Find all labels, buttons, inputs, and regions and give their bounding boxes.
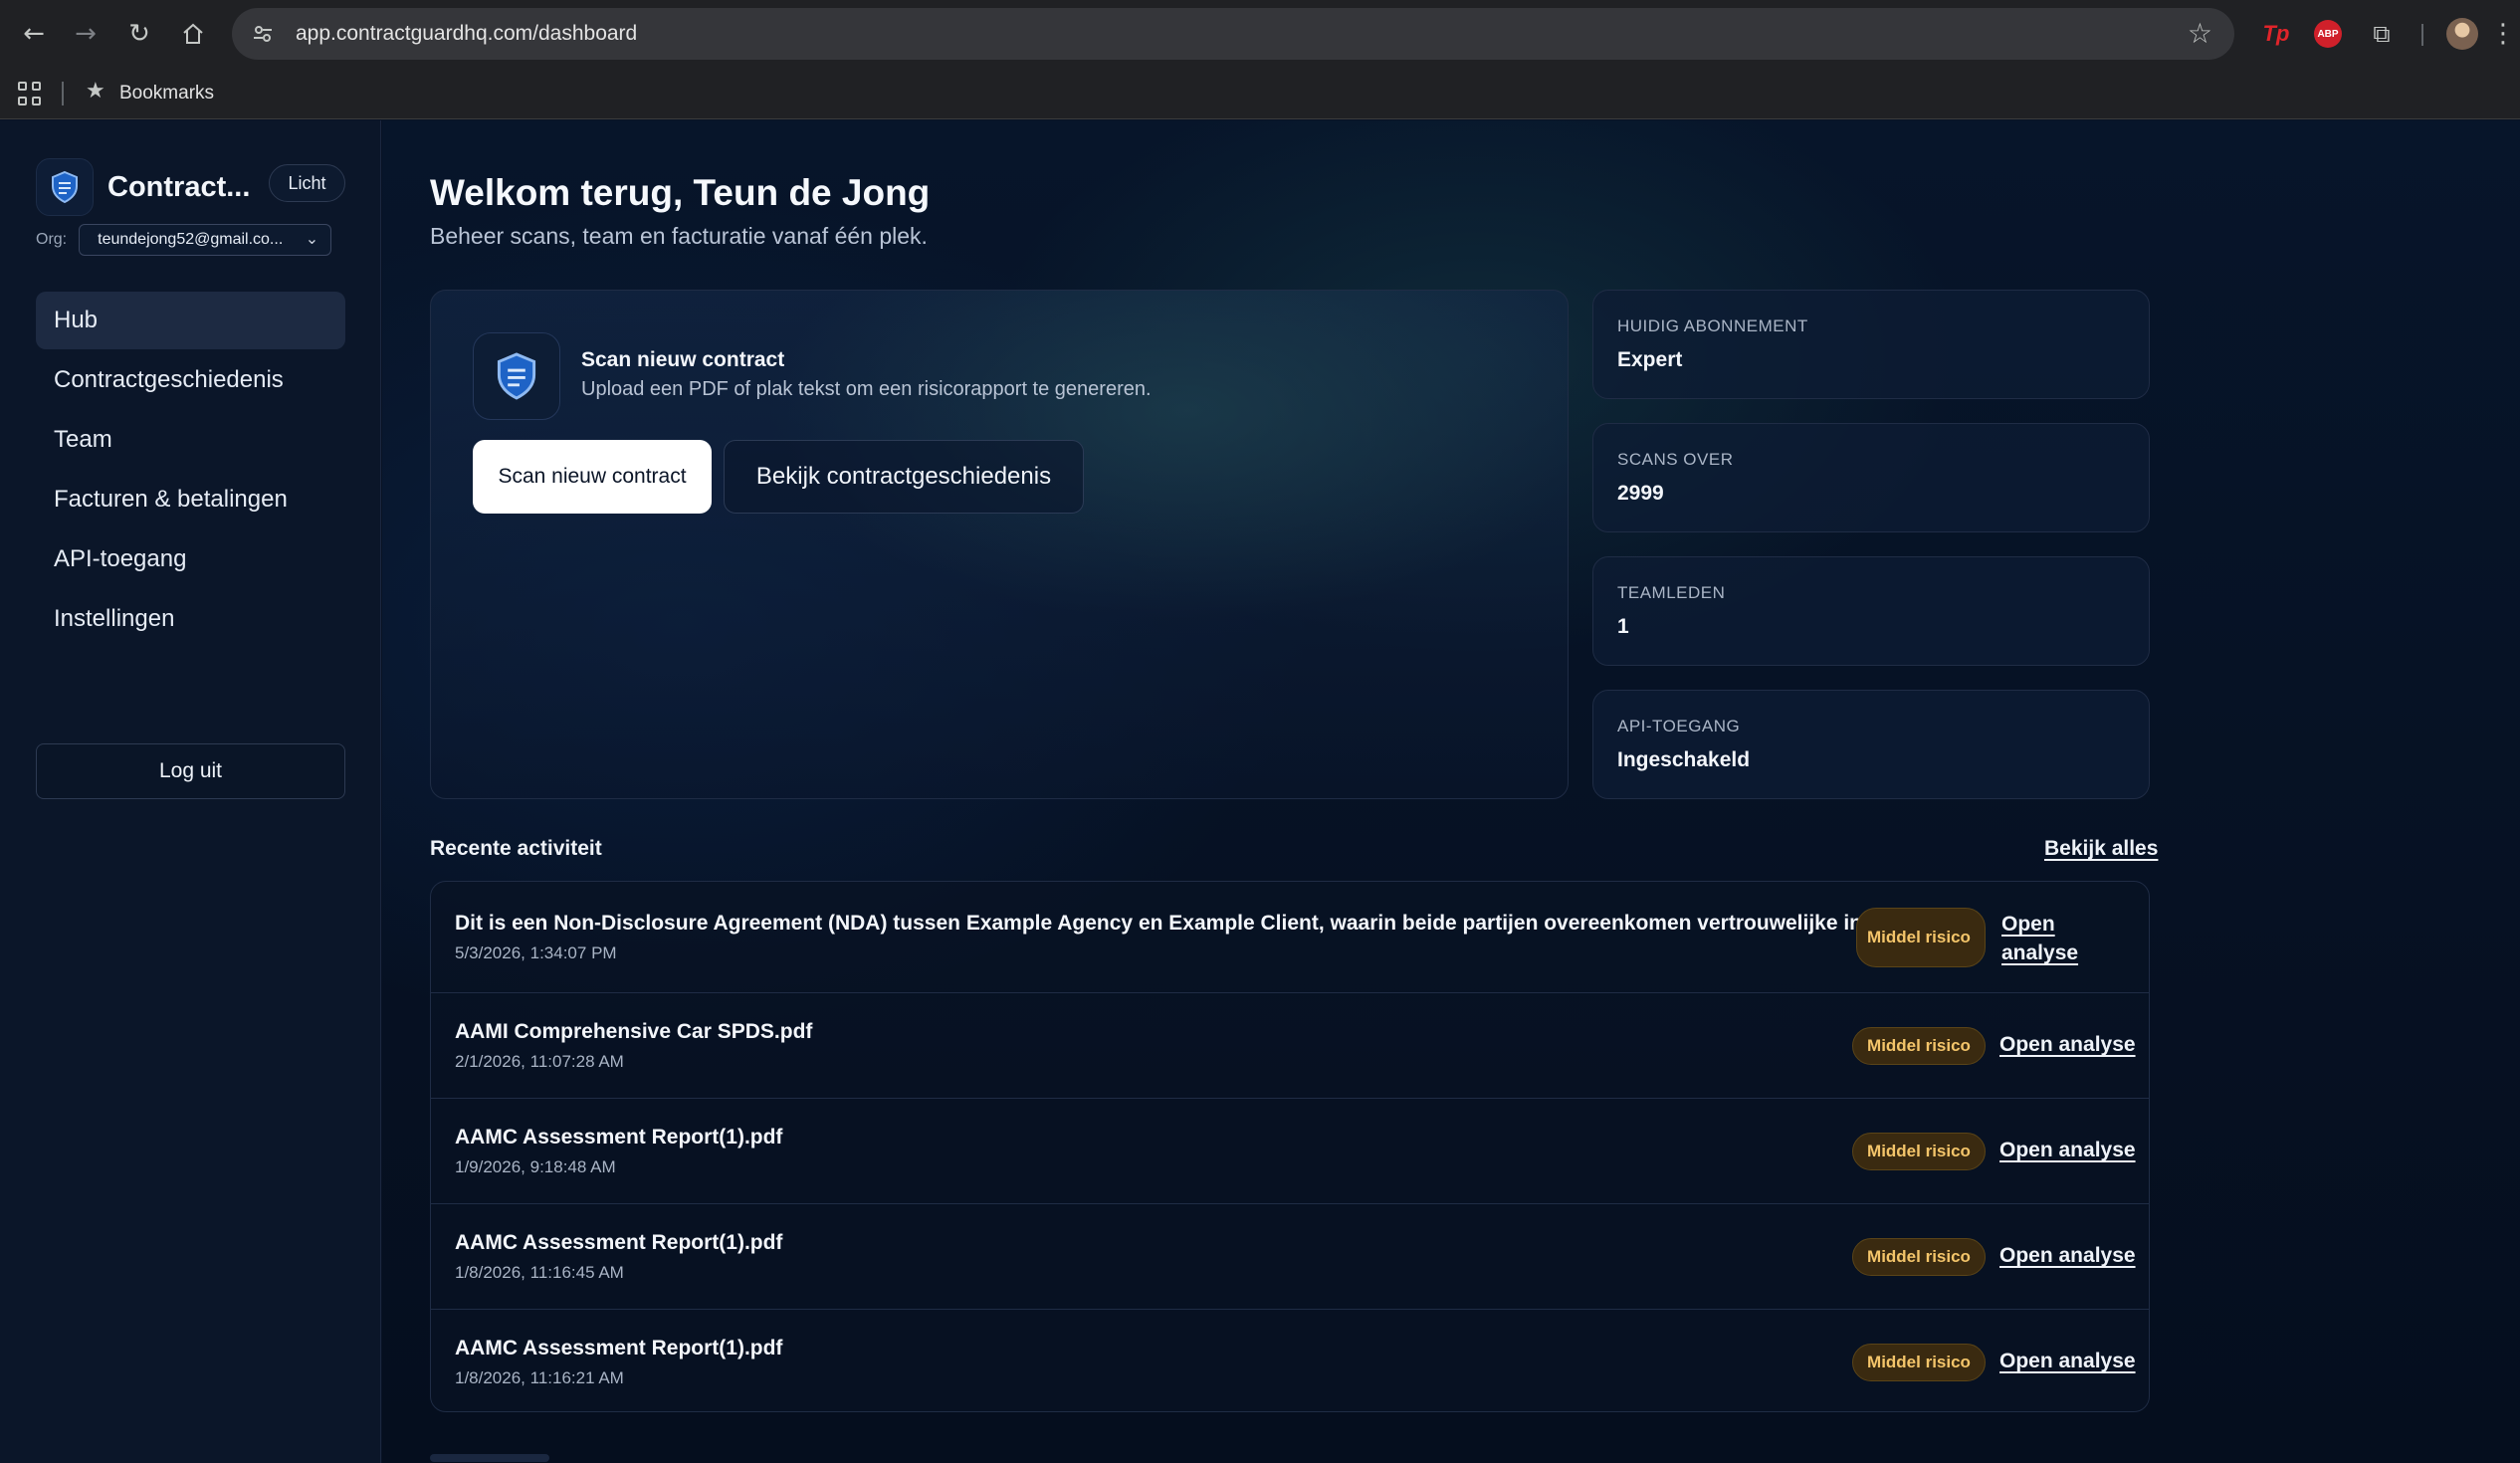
bookmarks-star-icon: ★ — [86, 79, 105, 104]
sidebar-item-contractgeschiedenis[interactable]: Contractgeschiedenis — [36, 351, 345, 409]
browser-menu-icon[interactable]: ⋮ — [2488, 17, 2518, 51]
adblock-extension-icon[interactable]: ABP — [2311, 17, 2345, 51]
stat-label: SCANS OVER — [1617, 450, 1734, 469]
toolbar-divider — [2421, 24, 2423, 46]
activity-date: 1/8/2026, 11:16:45 AM — [455, 1263, 624, 1282]
open-analysis-link[interactable]: Open analyse — [1999, 1033, 2136, 1057]
risk-badge: Middel risico — [1852, 1238, 1986, 1276]
stat-value: 2999 — [1617, 482, 1664, 505]
open-analysis-link[interactable]: Open analyse — [1999, 1244, 2136, 1268]
scan-card-title: Scan nieuw contract — [581, 348, 785, 371]
scan-card: Scan nieuw contract Upload een PDF of pl… — [430, 290, 1569, 799]
sidebar-item-api-toegang[interactable]: API-toegang — [36, 530, 345, 588]
address-bar[interactable]: app.contractguardhq.com/dashboard ☆ — [232, 8, 2234, 60]
bookmark-star-icon[interactable]: ☆ — [2188, 17, 2212, 50]
scan-card-description: Upload een PDF of plak tekst om een risi… — [581, 378, 1152, 400]
sidebar-item-instellingen[interactable]: Instellingen — [36, 590, 345, 648]
risk-badge: Middel risico — [1852, 1133, 1986, 1170]
sidebar-item-facturen[interactable]: Facturen & betalingen — [36, 471, 345, 528]
forward-icon[interactable]: → — [66, 14, 105, 54]
sidebar-item-team[interactable]: Team — [36, 411, 345, 469]
org-label: Org: — [36, 231, 68, 248]
sidebar-item-label: Contractgeschiedenis — [54, 366, 284, 393]
stat-label: HUIDIG ABONNEMENT — [1617, 316, 1808, 335]
stat-label: API-TOEGANG — [1617, 717, 1741, 735]
chevron-down-icon: ⌄ — [305, 229, 319, 248]
risk-badge: Middel risico — [1852, 1344, 1986, 1381]
list-item[interactable]: AAMC Assessment Report(1).pdf 1/8/2026, … — [431, 1204, 2149, 1310]
scan-new-contract-button[interactable]: Scan nieuw contract — [473, 440, 712, 514]
sidebar-item-hub[interactable]: Hub — [36, 292, 345, 349]
bookmarks-folder[interactable]: Bookmarks — [119, 83, 214, 104]
stat-card-api-access: API-TOEGANG Ingeschakeld — [1592, 690, 2150, 799]
shield-logo-icon — [36, 158, 94, 216]
activity-name: AAMC Assessment Report(1).pdf — [455, 1231, 783, 1254]
apps-grid-icon[interactable] — [18, 82, 42, 105]
activity-name: AAMC Assessment Report(1).pdf — [455, 1337, 783, 1359]
sidebar-item-label: Team — [54, 426, 112, 453]
profile-avatar[interactable] — [2446, 18, 2478, 50]
stat-value: 1 — [1617, 615, 1629, 638]
stat-card-scans-remaining: SCANS OVER 2999 — [1592, 423, 2150, 532]
org-select-value: teundejong52@gmail.co... — [98, 231, 284, 248]
sidebar-item-label: Instellingen — [54, 605, 175, 632]
sidebar-item-label: Hub — [54, 307, 99, 333]
activity-date: 2/1/2026, 11:07:28 AM — [455, 1052, 624, 1071]
stat-card-subscription: HUIDIG ABONNEMENT Expert — [1592, 290, 2150, 399]
activity-name: AAMI Comprehensive Car SPDS.pdf — [455, 1020, 813, 1043]
list-item[interactable]: AAMC Assessment Report(1).pdf 1/8/2026, … — [431, 1310, 2149, 1411]
activity-date: 1/9/2026, 9:18:48 AM — [455, 1157, 616, 1176]
view-all-link[interactable]: Bekijk alles — [2044, 837, 2158, 861]
next-section-heading-cutoff — [430, 1454, 549, 1462]
bookmarks-divider — [62, 82, 64, 105]
browser-toolbar: ← → ↻ app.contractguardhq.com/dashboard … — [0, 0, 2520, 68]
sidebar-nav: Hub Contractgeschiedenis Team Facturen &… — [36, 292, 345, 650]
logout-button[interactable]: Log uit — [36, 743, 345, 799]
org-selector: Org: teundejong52@gmail.co... ⌄ — [36, 224, 332, 256]
list-item[interactable]: Dit is een Non-Disclosure Agreement (NDA… — [431, 882, 2149, 993]
recent-activity-list: Dit is een Non-Disclosure Agreement (NDA… — [430, 881, 2150, 1412]
site-settings-icon[interactable] — [246, 17, 280, 51]
tp-extension-icon[interactable]: Tp — [2259, 17, 2293, 51]
open-analysis-link[interactable]: Open analyse — [1999, 1350, 2136, 1373]
tp-extension-label: Tp — [2262, 21, 2290, 46]
sidebar-item-label: API-toegang — [54, 545, 187, 572]
theme-toggle-button[interactable]: Licht — [269, 164, 345, 202]
activity-date: 1/8/2026, 11:16:21 AM — [455, 1368, 624, 1387]
stat-value: Expert — [1617, 348, 1683, 371]
page-subtitle: Beheer scans, team en facturatie vanaf é… — [430, 223, 928, 249]
org-select[interactable]: teundejong52@gmail.co... ⌄ — [79, 224, 332, 256]
risk-badge: Middel risico — [1852, 1027, 1986, 1065]
open-analysis-link[interactable]: Open analyse — [2001, 910, 2081, 967]
list-item[interactable]: AAMI Comprehensive Car SPDS.pdf 2/1/2026… — [431, 993, 2149, 1099]
url-text[interactable]: app.contractguardhq.com/dashboard — [296, 22, 637, 46]
recent-activity-title: Recente activiteit — [430, 837, 602, 860]
activity-name: AAMC Assessment Report(1).pdf — [455, 1126, 783, 1149]
risk-badge: Middel risico — [1856, 908, 1986, 967]
brand-name: Contract... — [107, 170, 251, 203]
bookmarks-bar: ★ Bookmarks — [0, 68, 2520, 119]
stat-card-team-members: TEAMLEDEN 1 — [1592, 556, 2150, 666]
sidebar-item-label: Facturen & betalingen — [54, 486, 288, 513]
shield-document-icon — [473, 332, 560, 420]
brand[interactable]: Contract... — [36, 158, 250, 216]
activity-date: 5/3/2026, 1:34:07 PM — [455, 943, 617, 962]
open-analysis-link[interactable]: Open analyse — [1999, 1139, 2136, 1162]
sidebar: Contract... Licht Org: teundejong52@gmai… — [0, 120, 381, 1463]
app-shell: Contract... Licht Org: teundejong52@gmai… — [0, 120, 2520, 1463]
list-item[interactable]: AAMC Assessment Report(1).pdf 1/9/2026, … — [431, 1099, 2149, 1204]
adblock-extension-label: ABP — [2314, 20, 2342, 48]
page-title: Welkom terug, Teun de Jong — [430, 172, 931, 213]
back-icon[interactable]: ← — [14, 14, 54, 54]
stat-label: TEAMLEDEN — [1617, 583, 1726, 602]
reload-icon[interactable]: ↻ — [119, 14, 159, 54]
stat-value: Ingeschakeld — [1617, 748, 1751, 771]
home-icon[interactable] — [173, 14, 213, 54]
extensions-puzzle-icon[interactable]: ⧉ — [2365, 17, 2399, 51]
view-contract-history-button[interactable]: Bekijk contractgeschiedenis — [724, 440, 1084, 514]
main-content: Welkom terug, Teun de Jong Beheer scans,… — [382, 120, 2520, 1463]
activity-name: Dit is een Non-Disclosure Agreement (NDA… — [455, 912, 1900, 935]
